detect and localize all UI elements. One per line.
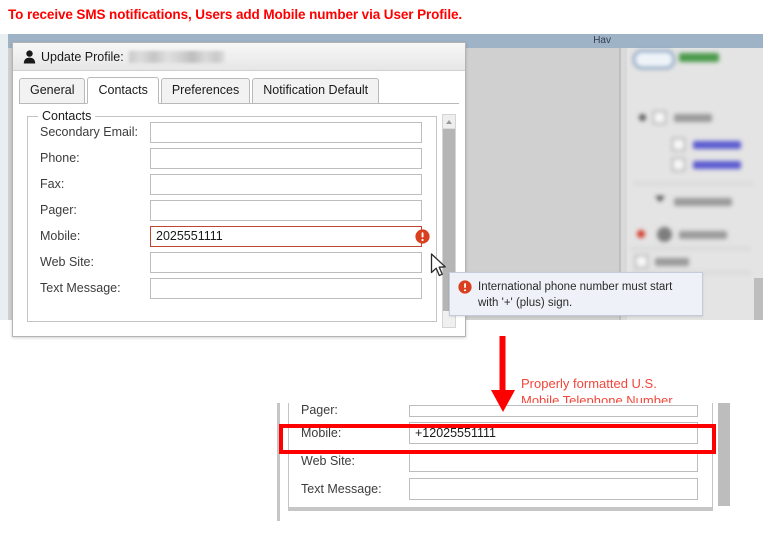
person-icon [23, 49, 41, 64]
field-row-phone: Phone: [40, 147, 436, 169]
field-row-secondary-email: Secondary Email: [40, 121, 436, 143]
blurred-green-label [679, 53, 719, 62]
blurred-text-label [674, 114, 712, 122]
redacted-user-name [128, 50, 225, 63]
label-phone: Phone: [40, 151, 80, 165]
corrected-form-panel: Pager: Mobile: Web Site: Text Message: [277, 403, 735, 521]
input-text-message[interactable] [150, 277, 422, 299]
tooltip-message: International phone number must start wi… [478, 281, 673, 309]
blurred-checkbox [635, 255, 648, 268]
bp-field-row-mobile: Mobile: [301, 420, 712, 445]
blurred-section-title [674, 198, 732, 206]
input-phone[interactable] [150, 147, 422, 169]
field-row-pager: Pager: [40, 199, 436, 221]
blurred-checkbox [653, 111, 666, 124]
error-exclamation-icon [458, 279, 478, 294]
scroll-up-arrow-icon[interactable] [443, 115, 455, 129]
blurred-divider [631, 248, 751, 249]
dialog-content: Contacts Secondary Email: Phone: Fax: Pa… [19, 109, 459, 332]
blurred-avatar-circle [657, 227, 672, 242]
blurred-text-label [655, 258, 689, 266]
field-row-web-site: Web Site: [40, 251, 436, 273]
input-web-site[interactable] [150, 251, 422, 273]
page-heading: To receive SMS notifications, Users add … [8, 7, 463, 22]
blurred-status-dot [637, 230, 645, 238]
blurred-tree-bullet [639, 114, 646, 121]
contacts-fieldset: Contacts Secondary Email: Phone: Fax: Pa… [27, 109, 437, 322]
blurred-pill-widget [633, 50, 675, 69]
bp-label-mobile: Mobile: [301, 425, 342, 440]
tab-contacts[interactable]: Contacts [87, 77, 159, 104]
fieldset-legend: Contacts [38, 109, 96, 123]
callout-arrow-icon [490, 336, 516, 419]
bp-bottom-divider [288, 507, 713, 511]
bp-label-pager: Pager: [301, 403, 338, 417]
tab-general[interactable]: General [19, 78, 86, 104]
bp-scrollbar[interactable] [718, 403, 730, 506]
field-row-fax: Fax: [40, 173, 436, 195]
bp-input-mobile[interactable] [409, 421, 698, 444]
error-exclamation-icon [415, 228, 430, 244]
blurred-link-label [693, 141, 741, 149]
blurred-collapse-arrow [655, 196, 665, 202]
bp-label-text-message: Text Message: [301, 481, 382, 496]
label-secondary-email: Secondary Email: [40, 125, 138, 139]
validation-tooltip: International phone number must start wi… [449, 272, 703, 316]
label-fax: Fax: [40, 177, 65, 191]
bp-input-pager[interactable] [409, 405, 698, 417]
background-scrollbar[interactable] [754, 278, 763, 320]
blurred-link-label [693, 161, 741, 169]
input-fax[interactable] [150, 173, 422, 195]
label-pager: Pager: [40, 203, 77, 217]
bp-field-row-web-site: Web Site: [301, 448, 712, 473]
update-profile-dialog: Update Profile: General Contacts Prefere… [12, 42, 466, 337]
input-secondary-email[interactable] [150, 121, 422, 143]
dialog-title: Update Profile: [41, 49, 124, 64]
bp-input-text-message[interactable] [409, 477, 698, 500]
blurred-checkbox [672, 158, 685, 171]
callout-text-line1: Properly formatted U.S. [521, 376, 657, 391]
blurred-divider [633, 183, 753, 184]
field-row-text-message: Text Message: [40, 277, 436, 299]
dialog-tabbar: General Contacts Preferences Notificatio… [19, 77, 465, 104]
blurred-checkbox [672, 138, 685, 151]
field-row-mobile: Mobile: [40, 225, 436, 247]
bp-label-web-site: Web Site: [301, 453, 355, 468]
label-mobile: Mobile: [40, 229, 81, 243]
dialog-header: Update Profile: [13, 43, 465, 71]
label-text-message: Text Message: [40, 281, 121, 295]
background-titlebar-text: Hav [593, 35, 611, 46]
tab-preferences[interactable]: Preferences [160, 78, 251, 104]
blurred-text-label [679, 231, 727, 239]
input-pager[interactable] [150, 199, 422, 221]
tab-notification-default[interactable]: Notification Default [252, 78, 380, 104]
input-mobile[interactable] [150, 225, 422, 247]
label-web-site: Web Site: [40, 255, 94, 269]
bp-field-row-text-message: Text Message: [301, 476, 712, 501]
bp-input-web-site[interactable] [409, 449, 698, 472]
